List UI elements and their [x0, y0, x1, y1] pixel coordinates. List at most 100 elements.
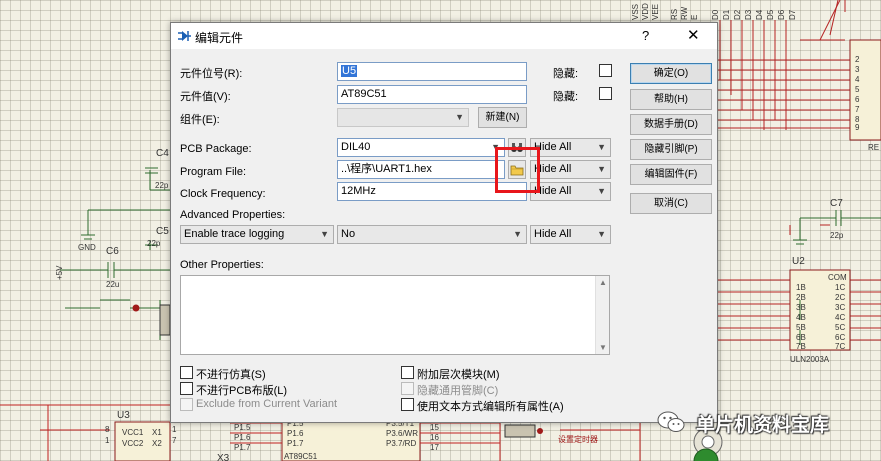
lcd-pin-label: E — [690, 15, 699, 20]
component-label: 组件(E): — [180, 114, 220, 126]
advanced-visibility-select[interactable]: Hide All ▼ — [530, 225, 611, 244]
clock-frequency-visibility-select[interactable]: Hide All ▼ — [530, 182, 611, 201]
mcu-pin-num: 17 — [430, 443, 439, 452]
part-value-hidden-checkbox[interactable] — [599, 87, 612, 100]
ok-button[interactable]: 确定(O) — [630, 63, 712, 84]
header-pin: 5 — [855, 85, 860, 94]
u3-label: U3 — [117, 410, 130, 421]
advanced-property-select[interactable]: Enable trace logging ▼ — [180, 225, 334, 244]
watermark: 单片机资料宝库 — [656, 408, 866, 436]
part-value-input[interactable]: AT89C51 — [337, 85, 527, 104]
header-pin: 3 — [855, 65, 860, 74]
uln-output: 4C — [835, 313, 845, 322]
advanced-value-text: No — [341, 228, 356, 240]
lcd-pin-label: D4 — [755, 9, 764, 20]
other-properties-textarea[interactable]: ▲ ▼ — [180, 275, 610, 355]
header-pin: 9 — [855, 123, 860, 132]
help-question-button[interactable]: ? — [642, 28, 649, 43]
mcu-pin: P3.7/RD — [386, 439, 416, 448]
folder-icon — [510, 165, 524, 176]
program-file-visibility-select[interactable]: Hide All ▼ — [530, 160, 611, 179]
uln-output: 1C — [835, 283, 845, 292]
pcb-package-label: PCB Package: — [180, 143, 252, 155]
set-timer-label: 设置定时器 — [558, 434, 598, 444]
watermark-text: 单片机资料宝库 — [696, 415, 830, 436]
advanced-visibility-value: Hide All — [534, 228, 572, 240]
u3-vcc1: VCC1 — [122, 428, 144, 437]
mcu-pin-num: 15 — [430, 423, 439, 432]
u3-pin: 1 — [105, 436, 110, 445]
chevron-down-icon: ▼ — [455, 112, 464, 122]
part-reference-hidden-checkbox[interactable] — [599, 64, 612, 77]
header-pin: 2 — [855, 55, 860, 64]
datasheet-button[interactable]: 数据手册(D) — [630, 114, 712, 135]
hide-common-pins-checkbox[interactable] — [401, 382, 414, 395]
dialog-title: 编辑元件 — [195, 31, 244, 45]
scroll-up-icon[interactable]: ▲ — [599, 278, 607, 287]
chevron-down-icon: ▼ — [597, 186, 606, 196]
title-bar[interactable]: 编辑元件 ? ✕ — [171, 23, 717, 49]
chevron-down-icon: ▼ — [597, 164, 606, 174]
advanced-value-select[interactable]: No ▼ — [337, 225, 527, 244]
help-button[interactable]: 帮助(H) — [630, 89, 712, 110]
u3-pin: 7 — [172, 436, 177, 445]
close-button[interactable]: ✕ — [687, 26, 700, 44]
vcc-label: +5V — [55, 265, 64, 280]
pcb-package-visibility-value: Hide All — [534, 141, 572, 153]
gnd-label: GND — [78, 243, 96, 252]
component-select[interactable]: ▼ — [337, 108, 469, 127]
uln-output: 3C — [835, 303, 845, 312]
pcb-package-visibility-select[interactable]: Hide All ▼ — [530, 138, 611, 157]
edit-firmware-button[interactable]: 编辑固件(F) — [630, 164, 712, 185]
exclude-simulation-checkbox[interactable] — [180, 366, 193, 379]
pcb-package-select[interactable]: DIL40 ▼ — [337, 138, 505, 157]
component-icon — [178, 31, 191, 41]
package-browse-button[interactable] — [508, 138, 526, 157]
other-properties-scrollbar[interactable]: ▲ ▼ — [595, 276, 609, 354]
program-file-browse-button[interactable] — [508, 160, 526, 179]
header-ref-label: RE — [868, 143, 879, 152]
advanced-properties-label: Advanced Properties: — [180, 209, 286, 221]
lcd-pin-label: VEE — [651, 4, 660, 20]
binoculars-icon — [511, 143, 523, 152]
uln-input: 3B — [796, 303, 806, 312]
c6-label: C6 — [106, 246, 119, 257]
chevron-down-icon: ▼ — [491, 142, 500, 152]
program-file-input[interactable]: ..\程序\UART1.hex — [337, 160, 505, 179]
clock-frequency-input[interactable]: 12MHz — [337, 182, 527, 201]
mcu-pin-num: 16 — [430, 433, 439, 442]
uln-input: 7B — [796, 342, 806, 351]
x3-label: X3 — [217, 453, 230, 461]
part-value-label: 元件值(V): — [180, 91, 231, 103]
part-reference-input[interactable]: U5 — [337, 62, 527, 81]
mcu-pin: P1.6 — [287, 429, 304, 438]
hidden-pins-button[interactable]: 隐藏引脚(P) — [630, 139, 712, 160]
lcd-pin-label: D3 — [744, 9, 753, 20]
lcd-pin-label: D6 — [777, 9, 786, 20]
attach-hierarchy-checkbox[interactable] — [401, 366, 414, 379]
scroll-down-icon[interactable]: ▼ — [599, 343, 607, 352]
exclude-variant-checkbox[interactable] — [180, 398, 193, 411]
u3-pin: 1 — [172, 425, 177, 434]
uln-part-label: ULN2003A — [790, 355, 830, 364]
header-pin: 7 — [855, 105, 860, 114]
new-component-button[interactable]: 新建(N) — [478, 107, 527, 128]
uln-output: 5C — [835, 323, 845, 332]
lcd-pin-label: VDD — [641, 3, 650, 20]
lcd-pin-label: D2 — [733, 9, 742, 20]
program-file-label: Program File: — [180, 166, 247, 178]
cancel-button[interactable]: 取消(C) — [630, 193, 712, 214]
edit-all-as-text-checkbox[interactable] — [401, 398, 414, 411]
edit-component-dialog: 编辑元件 ? ✕ 元件位号(R): U5 隐藏: 元件值(V): AT89C51… — [170, 22, 718, 423]
uln-input: 4B — [796, 313, 806, 322]
u3-x2: X2 — [152, 439, 162, 448]
chevron-down-icon: ▼ — [597, 229, 606, 239]
lcd-pin-label: RW — [680, 6, 689, 20]
uln-output: 2C — [835, 293, 845, 302]
lcd-pin-label: D1 — [722, 9, 731, 20]
program-file-visibility-value: Hide All — [534, 163, 572, 175]
uln-input: 2B — [796, 293, 806, 302]
exclude-pcb-checkbox[interactable] — [180, 382, 193, 395]
mcu-part-label: AT89C51 — [284, 452, 318, 461]
uln-output: 6C — [835, 333, 845, 342]
